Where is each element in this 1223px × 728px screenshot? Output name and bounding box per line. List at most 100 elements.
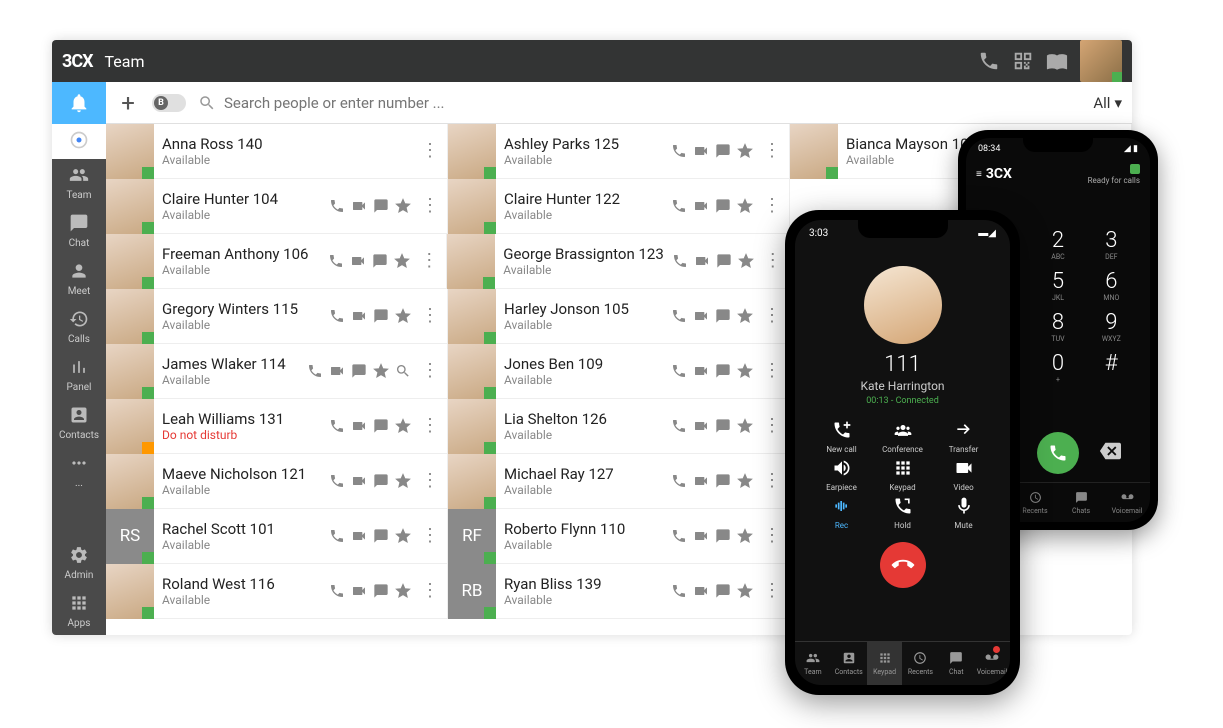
star-icon[interactable] bbox=[737, 143, 753, 159]
video-icon[interactable] bbox=[351, 198, 367, 214]
more-icon[interactable]: ⋮ bbox=[761, 472, 783, 490]
chat-icon[interactable] bbox=[373, 198, 389, 214]
phone2-tab-voicemail[interactable]: Voicemail bbox=[1104, 483, 1150, 522]
call-action-keypad[interactable]: Keypad bbox=[874, 458, 931, 492]
contact-card[interactable]: Freeman Anthony 106 Available ⋮ bbox=[106, 234, 447, 289]
video-icon[interactable] bbox=[329, 363, 345, 379]
contact-card[interactable]: George Brassignton 123 Available ⋮ bbox=[447, 234, 791, 289]
star-icon[interactable] bbox=[395, 418, 411, 434]
call-icon[interactable] bbox=[307, 363, 323, 379]
call-icon[interactable] bbox=[671, 583, 687, 599]
qr-icon[interactable] bbox=[1012, 50, 1034, 72]
contact-card[interactable]: Claire Hunter 104 Available ⋮ bbox=[106, 179, 448, 234]
sidebar-item-...[interactable]: ... bbox=[52, 447, 106, 495]
call-action-earpiece[interactable]: Earpiece bbox=[813, 458, 870, 492]
keypad-key-6[interactable]: 6 MNO bbox=[1087, 269, 1136, 302]
call-action-hold[interactable]: Hold bbox=[874, 496, 931, 530]
more-icon[interactable]: ⋮ bbox=[419, 582, 441, 600]
video-icon[interactable] bbox=[693, 143, 709, 159]
star-icon[interactable] bbox=[738, 253, 754, 269]
sidebar-item-contacts[interactable]: Contacts bbox=[52, 399, 106, 447]
contact-card[interactable]: Ashley Parks 125 Available ⋮ bbox=[448, 124, 790, 179]
call-icon[interactable] bbox=[328, 253, 344, 269]
chat-icon[interactable] bbox=[715, 583, 731, 599]
chat-icon[interactable] bbox=[373, 418, 389, 434]
more-icon[interactable]: ⋮ bbox=[761, 362, 783, 380]
star-icon[interactable] bbox=[395, 308, 411, 324]
keypad-key-8[interactable]: 8 TUV bbox=[1033, 310, 1082, 343]
filter-dropdown[interactable]: All ▾ bbox=[1093, 94, 1122, 112]
more-icon[interactable]: ⋮ bbox=[419, 142, 441, 160]
contact-card[interactable]: Michael Ray 127 Available ⋮ bbox=[448, 454, 790, 509]
call-icon[interactable] bbox=[671, 473, 687, 489]
call-icon[interactable] bbox=[329, 308, 345, 324]
video-icon[interactable] bbox=[693, 583, 709, 599]
more-icon[interactable]: ⋮ bbox=[419, 527, 441, 545]
mode-toggle[interactable] bbox=[152, 94, 186, 112]
more-icon[interactable]: ⋮ bbox=[761, 197, 783, 215]
backspace-button[interactable] bbox=[1099, 440, 1121, 466]
contact-card[interactable]: Roland West 116 Available ⋮ bbox=[106, 564, 448, 619]
sidebar-item-calls[interactable]: Calls bbox=[52, 303, 106, 351]
star-icon[interactable] bbox=[373, 363, 389, 379]
call-icon[interactable] bbox=[329, 583, 345, 599]
call-icon[interactable] bbox=[671, 308, 687, 324]
star-icon[interactable] bbox=[737, 308, 753, 324]
phone2-tab-chats[interactable]: Chats bbox=[1058, 483, 1104, 522]
call-action-new-call[interactable]: New call bbox=[813, 420, 870, 454]
contact-card[interactable]: RB Ryan Bliss 139 Available ⋮ bbox=[448, 564, 790, 619]
chat-icon[interactable] bbox=[715, 363, 731, 379]
contact-card[interactable]: RF Roberto Flynn 110 Available ⋮ bbox=[448, 509, 790, 564]
more-icon[interactable]: ⋮ bbox=[419, 472, 441, 490]
star-icon[interactable] bbox=[395, 473, 411, 489]
call-icon[interactable] bbox=[671, 418, 687, 434]
chat-icon[interactable] bbox=[715, 418, 731, 434]
chat-icon[interactable] bbox=[351, 363, 367, 379]
dial-button[interactable] bbox=[1037, 432, 1079, 474]
chat-icon[interactable] bbox=[715, 308, 731, 324]
notifications-button[interactable] bbox=[52, 82, 106, 124]
dialer-icon[interactable] bbox=[978, 50, 1000, 72]
video-icon[interactable] bbox=[693, 418, 709, 434]
video-icon[interactable] bbox=[351, 418, 367, 434]
more-icon[interactable]: ⋮ bbox=[419, 417, 441, 435]
phone1-tab-contacts[interactable]: Contacts bbox=[831, 642, 867, 685]
contact-card[interactable]: Claire Hunter 122 Available ⋮ bbox=[448, 179, 790, 234]
video-icon[interactable] bbox=[693, 198, 709, 214]
chat-icon[interactable] bbox=[715, 143, 731, 159]
chat-icon[interactable] bbox=[373, 528, 389, 544]
more-icon[interactable]: ⋮ bbox=[418, 252, 440, 270]
video-icon[interactable] bbox=[351, 583, 367, 599]
contact-card[interactable]: Leah Williams 131 Do not disturb ⋮ bbox=[106, 399, 448, 454]
contact-card[interactable]: Gregory Winters 115 Available ⋮ bbox=[106, 289, 448, 344]
more-icon[interactable]: ⋮ bbox=[419, 307, 441, 325]
chat-icon[interactable] bbox=[373, 473, 389, 489]
keypad-key-#[interactable]: # bbox=[1087, 351, 1136, 384]
more-icon[interactable]: ⋮ bbox=[419, 362, 441, 380]
call-action-transfer[interactable]: Transfer bbox=[935, 420, 992, 454]
more-icon[interactable]: ⋮ bbox=[761, 582, 783, 600]
contact-card[interactable]: Harley Jonson 105 Available ⋮ bbox=[448, 289, 790, 344]
user-avatar[interactable] bbox=[1080, 40, 1122, 82]
phone1-tab-chat[interactable]: Chat bbox=[938, 642, 974, 685]
call-action-video[interactable]: Video bbox=[935, 458, 992, 492]
hangup-button[interactable] bbox=[880, 542, 926, 588]
call-icon[interactable] bbox=[329, 418, 345, 434]
chat-icon[interactable] bbox=[715, 198, 731, 214]
video-icon[interactable] bbox=[693, 528, 709, 544]
video-icon[interactable] bbox=[694, 253, 710, 269]
more-icon[interactable]: ⋮ bbox=[761, 142, 783, 160]
chat-icon[interactable] bbox=[372, 253, 388, 269]
phone1-tab-recents[interactable]: Recents bbox=[902, 642, 938, 685]
contact-card[interactable]: RS Rachel Scott 101 Available ⋮ bbox=[106, 509, 448, 564]
phone1-tab-voicemail[interactable]: Voicemail bbox=[974, 642, 1010, 685]
video-icon[interactable] bbox=[693, 363, 709, 379]
call-action-conference[interactable]: Conference bbox=[874, 420, 931, 454]
contact-card[interactable]: Maeve Nicholson 121 Available ⋮ bbox=[106, 454, 448, 509]
video-icon[interactable] bbox=[350, 253, 366, 269]
more-icon[interactable]: ⋮ bbox=[761, 527, 783, 545]
keypad-key-9[interactable]: 9 WXYZ bbox=[1087, 310, 1136, 343]
video-icon[interactable] bbox=[351, 308, 367, 324]
add-button[interactable]: + bbox=[116, 89, 140, 117]
chat-icon[interactable] bbox=[373, 308, 389, 324]
